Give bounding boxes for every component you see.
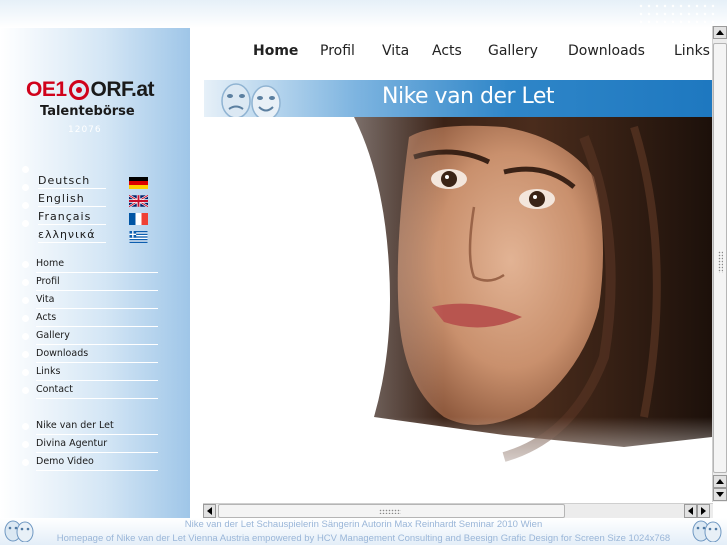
sidebar-item-downloads[interactable]: Downloads — [22, 348, 160, 366]
bullet-icon — [22, 387, 29, 394]
bullet-icon — [22, 459, 29, 466]
sidebar-link-label: Nike van der Let — [36, 420, 158, 435]
sidebar-link-nike[interactable]: Nike van der Let — [22, 420, 160, 438]
lang-item-greek[interactable]: ελληνικά — [22, 220, 162, 246]
logo-row: OE1 ORF.at — [26, 78, 156, 102]
theater-masks-icon — [221, 83, 281, 121]
sidebar-link-label: Demo Video — [36, 456, 158, 471]
sidebar-item-label: Vita — [36, 294, 158, 309]
banner-title: Nike van der Let — [382, 84, 555, 109]
sidebar-item-gallery[interactable]: Gallery — [22, 330, 160, 348]
footer: Nike van der Let Schauspielerin Sängerin… — [0, 518, 727, 545]
bullet-icon — [22, 279, 29, 286]
top-nav-downloads[interactable]: Downloads — [568, 43, 645, 59]
sidebar-item-acts[interactable]: Acts — [22, 312, 160, 330]
bullet-icon — [22, 220, 29, 227]
theater-masks-icon — [692, 520, 722, 542]
vertical-scrollbar[interactable] — [712, 26, 727, 502]
lang-item-deutsch[interactable]: Deutsch — [22, 166, 162, 192]
top-nav-links[interactable]: Links — [674, 43, 710, 59]
bullet-icon — [22, 351, 29, 358]
sidebar-item-profil[interactable]: Profil — [22, 276, 160, 294]
grip-icon — [379, 509, 401, 514]
arrow-left-icon — [207, 507, 212, 515]
arrow-left-icon — [688, 507, 693, 515]
bullet-icon — [22, 261, 29, 268]
arrow-up-icon — [716, 479, 724, 484]
sidebar-item-vita[interactable]: Vita — [22, 294, 160, 312]
arrow-down-icon — [716, 492, 724, 497]
orf-eye-icon — [68, 80, 89, 100]
bullet-icon — [22, 166, 29, 173]
logo-orf-text: ORF.at — [90, 78, 155, 101]
scroll-up-button[interactable] — [713, 26, 727, 39]
footer-line-2: Homepage of Nike van der Let Vienna Aust… — [56, 533, 671, 544]
scroll-left-button[interactable] — [203, 504, 216, 518]
logo-subtitle: Talentebörse — [40, 104, 135, 119]
sidebar-item-home[interactable]: Home — [22, 258, 160, 276]
sidebar-item-label: Acts — [36, 312, 158, 327]
bullet-icon — [22, 184, 29, 191]
scroll-up-button-lower[interactable] — [713, 475, 727, 488]
lang-item-english[interactable]: English — [22, 184, 162, 210]
sidebar-item-label: Contact — [36, 384, 158, 399]
lang-label: Français — [38, 210, 106, 225]
sidebar-link-label: Divina Agentur — [36, 438, 158, 453]
arrow-up-icon — [716, 30, 724, 35]
horizontal-scrollbar[interactable] — [203, 503, 713, 518]
vertical-scroll-thumb[interactable] — [713, 43, 727, 473]
lang-label: ελληνικά — [38, 228, 106, 243]
bullet-icon — [22, 315, 29, 322]
sidebar: OE1 ORF.at Talentebörse 12076 Deutsch En… — [0, 28, 190, 520]
top-nav-acts[interactable]: Acts — [432, 43, 462, 59]
sidebar-item-label: Profil — [36, 276, 158, 291]
logo-oe1-text: OE1 — [26, 78, 67, 101]
lang-item-francais[interactable]: Français — [22, 202, 162, 228]
lang-label: English — [38, 192, 106, 207]
footer-line-1: Nike van der Let Schauspielerin Sängerin… — [184, 519, 543, 530]
top-nav-gallery[interactable]: Gallery — [488, 43, 538, 59]
dot-pattern — [637, 2, 717, 24]
sidebar-item-links[interactable]: Links — [22, 366, 160, 384]
portrait-photo — [204, 117, 712, 493]
bullet-icon — [22, 202, 29, 209]
top-nav-vita[interactable]: Vita — [382, 43, 409, 59]
flag-france-icon[interactable] — [129, 213, 148, 225]
lang-label: Deutsch — [38, 174, 106, 189]
horizontal-scroll-thumb[interactable] — [218, 504, 565, 518]
top-nav-profil[interactable]: Profil — [320, 43, 355, 59]
bullet-icon — [22, 297, 29, 304]
top-nav-home[interactable]: Home — [253, 43, 298, 59]
sidebar-item-label: Home — [36, 258, 158, 273]
bullet-icon — [22, 333, 29, 340]
top-strip — [0, 0, 727, 28]
sidebar-link-divina[interactable]: Divina Agentur — [22, 438, 160, 456]
sidebar-item-contact[interactable]: Contact — [22, 384, 160, 402]
scroll-down-button[interactable] — [713, 488, 727, 501]
arrow-right-icon — [701, 507, 706, 515]
sidebar-item-label: Links — [36, 366, 158, 381]
flag-uk-icon[interactable] — [129, 195, 148, 207]
flag-greece-icon[interactable] — [129, 231, 148, 243]
visitor-counter: 12076 — [68, 125, 102, 135]
bullet-icon — [22, 369, 29, 376]
scroll-left-button-right[interactable] — [684, 504, 697, 518]
bullet-icon — [22, 441, 29, 448]
grip-icon — [718, 251, 723, 273]
bullet-icon — [22, 423, 29, 430]
sidebar-item-label: Downloads — [36, 348, 158, 363]
oe1-orf-logo[interactable]: OE1 ORF.at Talentebörse — [26, 78, 156, 119]
title-banner: Nike van der Let — [204, 80, 712, 121]
sidebar-link-demo-video[interactable]: Demo Video — [22, 456, 160, 474]
flag-germany-icon[interactable] — [129, 177, 148, 189]
sidebar-item-label: Gallery — [36, 330, 158, 345]
scroll-right-button[interactable] — [697, 504, 710, 518]
